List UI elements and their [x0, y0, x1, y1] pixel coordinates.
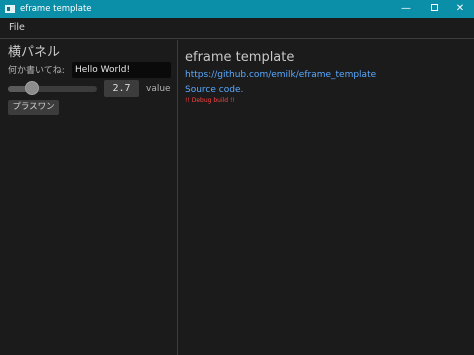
side-panel: 横パネル 何か書いてね: Hello World! 2.7 value プラスワ… — [0, 40, 178, 355]
minimize-button[interactable]: — — [393, 0, 419, 18]
repo-link[interactable]: https://github.com/emilk/eframe_template — [185, 68, 376, 82]
value-drag-field[interactable]: 2.7 — [104, 80, 139, 97]
panel-heading: 横パネル — [8, 45, 61, 60]
source-code-link[interactable]: Source code. — [185, 83, 243, 97]
close-button[interactable]: ✕ — [447, 0, 473, 18]
text-input-label: 何か書いてね: — [8, 66, 65, 76]
central-heading: eframe template — [185, 50, 295, 65]
increment-button[interactable]: プラスワン — [8, 100, 59, 115]
window-title: eframe template — [20, 4, 92, 14]
slider-thumb[interactable] — [25, 81, 40, 95]
app-icon — [5, 5, 15, 13]
debug-build-warning: !! Debug build !! — [185, 97, 235, 104]
maximize-icon — [430, 3, 438, 11]
title-bar: eframe template — ✕ — [0, 0, 474, 18]
maximize-button[interactable] — [421, 0, 447, 18]
menu-bar: File — [0, 18, 474, 39]
value-slider[interactable] — [8, 86, 97, 92]
text-input[interactable]: Hello World! — [72, 62, 171, 78]
file-menu[interactable]: File — [9, 21, 25, 35]
central-panel: eframe template https://github.com/emilk… — [179, 40, 474, 355]
slider-label: value — [146, 84, 171, 94]
